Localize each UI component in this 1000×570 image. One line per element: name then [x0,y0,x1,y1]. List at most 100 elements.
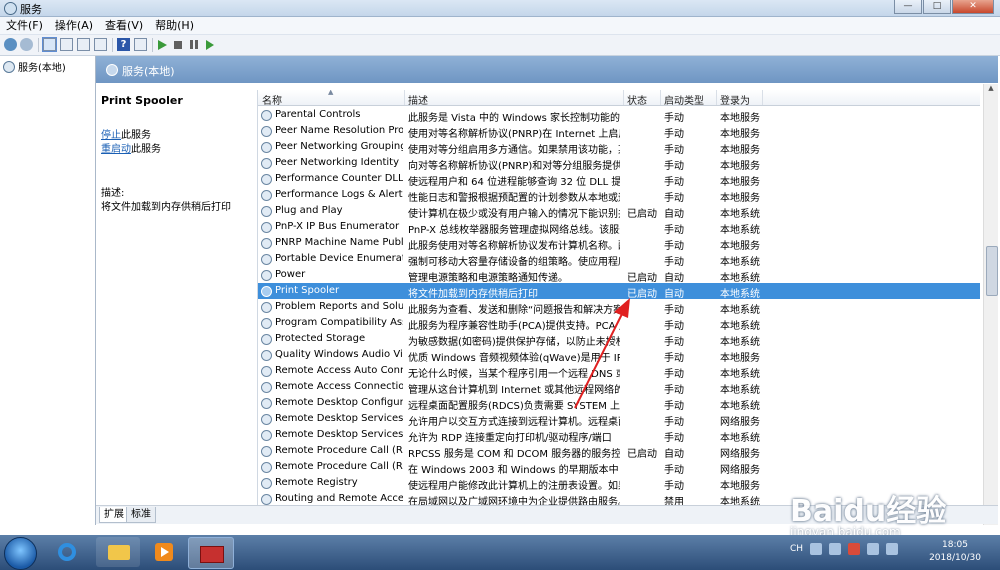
column-header-name[interactable]: 名称 [262,92,282,107]
tree-item-services-local[interactable]: 服务(本地) [3,59,66,74]
table-row[interactable]: Remote Access Connection... 管理从这台计算机到 Int… [258,379,980,396]
table-row[interactable]: Quality Windows Audio Vid... 优质 Windows 音… [258,347,980,364]
close-button[interactable]: ✕ [952,0,994,14]
scroll-up-icon[interactable]: ▲ [985,84,997,96]
service-name-cell: Remote Desktop Services ... [275,429,403,440]
menu-action[interactable]: 操作(A) [49,17,99,34]
service-gear-icon [261,286,272,297]
toolbox-icon [200,546,224,563]
service-startup-cell: 自动 [664,273,684,284]
table-row[interactable]: Program Compatibility Ass... 此服务为程序兼容性助手(… [258,315,980,332]
service-logon-cell: 本地服务 [720,193,760,204]
export-list-icon[interactable] [94,38,107,51]
table-row[interactable]: Remote Desktop Services 允许用户以交互方式连接到远程计算机… [258,411,980,428]
table-row[interactable]: Peer Networking Grouping 使用对等分组启用多方通信。如果禁… [258,139,980,156]
input-language-indicator[interactable]: CH [790,544,803,554]
service-startup-cell: 手动 [664,177,684,188]
table-row[interactable]: Peer Name Resolution Prot... 使用对等名称解析协议(P… [258,123,980,140]
service-description-cell: 无论什么时候，当某个程序引用一个远程 DNS 或... [408,369,620,380]
console-view-icon[interactable] [60,38,73,51]
maximize-button[interactable]: □ [923,0,951,14]
service-startup-cell: 自动 [664,449,684,460]
service-logon-cell: 本地服务 [720,145,760,156]
taskbar-media-player[interactable] [142,537,186,567]
table-row[interactable]: Remote Desktop Configur... 远程桌面配置服务(RDCS)… [258,395,980,412]
tab-extended[interactable]: 扩展 [99,507,129,523]
network-icon[interactable] [867,543,880,555]
table-row[interactable]: Power 管理电源策略和电源策略通知传递。 已启动 自动 本地系统 [258,267,980,284]
service-startup-cell: 手动 [664,113,684,124]
stop-service-icon[interactable] [174,41,182,49]
table-row[interactable]: Protected Storage 为敏感数据(如密码)提供保护存储，以防止未授权… [258,331,980,348]
table-row[interactable]: Print Spooler 将文件加载到内存供稍后打印 已启动 自动 本地系统 [258,283,980,300]
forward-arrow-icon[interactable] [20,38,33,51]
pause-service-icon[interactable] [190,40,198,49]
service-logon-cell: 网络服务 [720,465,760,476]
menu-help[interactable]: 帮助(H) [149,17,200,34]
service-startup-cell: 手动 [664,481,684,492]
console-tree: 服务(本地) [0,56,96,525]
taskbar-internet-explorer[interactable] [46,537,90,567]
table-row[interactable]: Performance Counter DLL ... 使远程用户和 64 位进程… [258,171,980,188]
service-logon-cell: 本地服务 [720,113,760,124]
table-row[interactable]: Remote Desktop Services ... 允许为 RDP 连接重定向… [258,427,980,444]
table-row[interactable]: Remote Procedure Call (RP... 在 Windows 20… [258,459,980,476]
refresh-icon[interactable] [77,38,90,51]
restart-service-icon[interactable] [206,40,214,50]
restart-service-link[interactable]: 重启动 [101,144,131,155]
tab-standard[interactable]: 标准 [126,507,156,523]
stop-service-row: 停止此服务 [101,126,151,141]
table-row[interactable]: Plug and Play 使计算机在极少或没有用户输入的情况下能识别并... 已启… [258,203,980,220]
service-description-cell: 使用对等分组启用多方通信。如果禁用该功能，某... [408,145,620,156]
start-service-icon[interactable] [158,40,167,50]
taskbar-active-app[interactable] [188,537,234,569]
service-name-cell: Performance Counter DLL ... [275,173,403,184]
column-header-startup-type[interactable]: 启动类型 [664,92,704,107]
minimize-button[interactable]: — [894,0,922,14]
service-startup-cell: 手动 [664,305,684,316]
selected-service-name: Print Spooler [101,94,183,107]
action-center-flag-icon[interactable] [848,543,861,555]
table-row[interactable]: Portable Device Enumerato... 强制可移动大容量存储设备… [258,251,980,268]
taskbar-file-explorer[interactable] [96,537,140,567]
vertical-scrollbar[interactable]: ▲ ▼ [983,84,998,525]
properties-icon[interactable] [134,38,147,51]
service-description-cell: 将文件加载到内存供稍后打印 [408,289,538,300]
service-startup-cell: 自动 [664,209,684,220]
table-row[interactable]: Peer Networking Identity ... 向对等名称解析协议(PN… [258,155,980,172]
service-logon-cell: 本地系统 [720,401,760,412]
service-name-cell: Remote Desktop Configur... [275,397,403,408]
table-row[interactable]: Parental Controls 此服务是 Vista 中的 Windows 家… [258,107,980,124]
service-name-cell: Peer Networking Identity ... [275,157,403,168]
column-header-description[interactable]: 描述 [408,92,428,107]
services-table: ▲ 名称 描述 状态 启动类型 登录为 Parental Controls 此服务… [257,90,980,507]
table-row[interactable]: PnP-X IP Bus Enumerator PnP-X 总线枚举器服务管理虚拟… [258,219,980,236]
column-header-logon-as[interactable]: 登录为 [720,92,750,107]
scroll-thumb[interactable] [986,246,998,296]
table-body: Parental Controls 此服务是 Vista 中的 Windows 家… [258,107,980,507]
service-description-cell: 使用对等名称解析协议(PNRP)在 Internet 上启用... [408,129,620,140]
help-icon[interactable]: ? [117,38,130,51]
tray-app-icon[interactable] [829,543,842,555]
menu-file[interactable]: 文件(F) [0,17,49,34]
service-gear-icon [261,238,272,249]
table-row[interactable]: PNRP Machine Name Publi... 此服务使用对等名称解析协议发… [258,235,980,252]
back-arrow-icon[interactable] [4,38,17,51]
table-row[interactable]: Remote Procedure Call (RP... RPCSS 服务是 CO… [258,443,980,460]
table-row[interactable]: Problem Reports and Solut... 此服务为查看、发送和删除… [258,299,980,316]
service-gear-icon [261,318,272,329]
menu-view[interactable]: 查看(V) [99,17,149,34]
clock-date: 2018/10/30 [929,553,981,563]
restart-service-suffix: 此服务 [131,144,161,155]
table-row[interactable]: Performance Logs & Alerts 性能日志和警报根据预配置的计划… [258,187,980,204]
taskbar-clock[interactable]: 18:05 2018/10/30 [920,539,990,565]
column-header-status[interactable]: 状态 [627,92,647,107]
service-description-cell: 性能日志和警报根据预配置的计划参数从本地或远... [408,193,620,204]
input-method-icon[interactable] [810,543,823,555]
service-name-cell: Program Compatibility Ass... [275,317,403,328]
service-startup-cell: 手动 [664,129,684,140]
start-button[interactable] [4,537,37,570]
volume-icon[interactable] [886,543,899,555]
table-row[interactable]: Remote Access Auto Conn... 无论什么时候，当某个程序引用… [258,363,980,380]
show-tree-icon[interactable] [42,37,57,52]
